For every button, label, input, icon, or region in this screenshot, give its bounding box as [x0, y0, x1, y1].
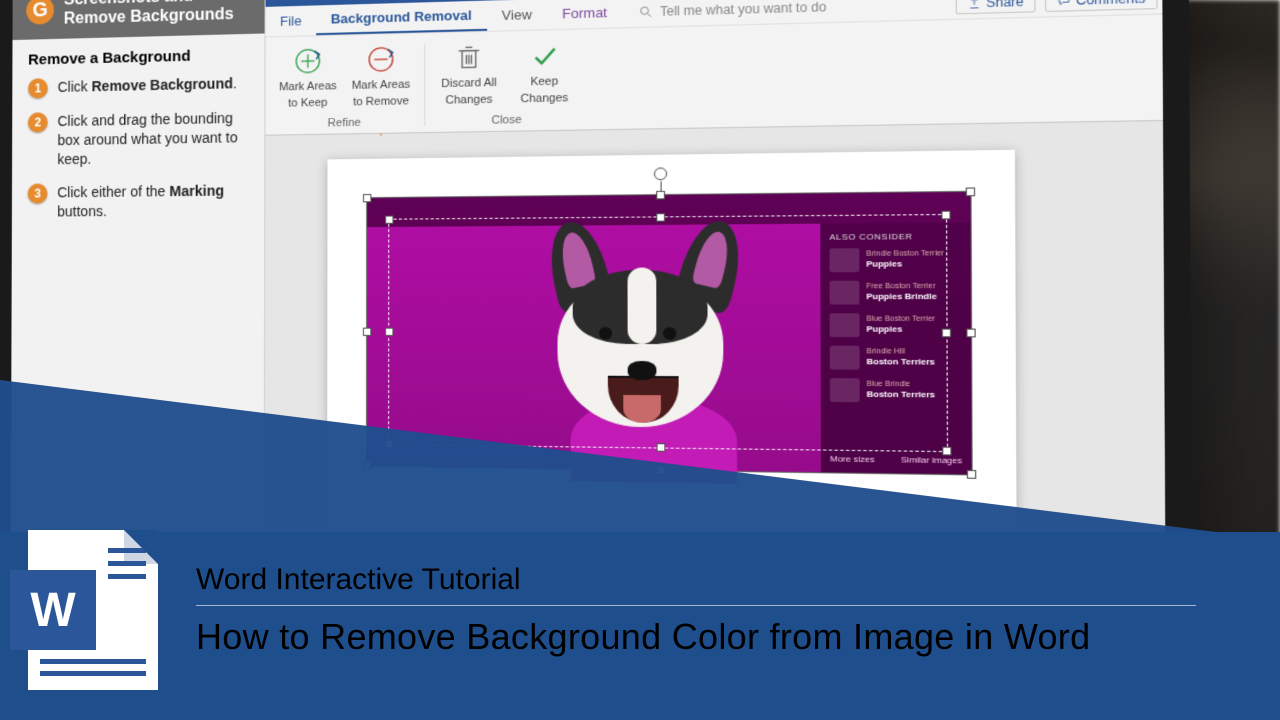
- resize-handle[interactable]: [656, 191, 665, 200]
- word-w-badge: W: [10, 570, 96, 650]
- mark-keep-icon: [291, 44, 324, 78]
- mark-areas-to-remove-button[interactable]: Mark Areas to Remove: [346, 38, 415, 115]
- resize-handle[interactable]: [363, 328, 371, 336]
- tutorial-step: 2 Click and drag the bounding box around…: [28, 109, 248, 170]
- ribbon-group-refine: Mark Areas to Keep Mark Areas to Remove …: [274, 38, 416, 135]
- ribbon-separator: [424, 44, 425, 126]
- crop-handle[interactable]: [941, 211, 950, 220]
- resize-handle[interactable]: [966, 329, 975, 338]
- keep-changes-button[interactable]: Keep Changes: [509, 34, 581, 112]
- step-text-pre: Click and drag the bounding box around w…: [57, 110, 237, 167]
- btn-label-l2: to Keep: [288, 96, 327, 110]
- step-text: Click either of the Marking buttons.: [57, 181, 248, 221]
- tutorial-body: Remove a Background 1 Click Remove Backg…: [12, 34, 265, 248]
- trash-icon: [452, 40, 486, 74]
- ribbon-group-label: Refine: [328, 115, 361, 134]
- crop-handle[interactable]: [385, 216, 393, 224]
- resize-handle[interactable]: [363, 194, 371, 202]
- tutorial-step: 3 Click either of the Marking buttons.: [28, 181, 248, 222]
- step-text-bold: Remove Background: [92, 75, 233, 94]
- step-text-post: .: [233, 75, 237, 91]
- tutorial-logo: G: [26, 0, 54, 25]
- btn-label-l1: Mark Areas: [279, 80, 337, 94]
- tab-file[interactable]: File: [266, 5, 317, 36]
- resize-handle[interactable]: [966, 187, 975, 196]
- discard-all-changes-button[interactable]: Discard All Changes: [434, 36, 505, 114]
- btn-label-l1: Mark Areas: [352, 78, 411, 92]
- btn-label-l2: Changes: [445, 93, 492, 107]
- search-icon: [638, 4, 653, 19]
- check-icon: [527, 38, 562, 72]
- btn-label-l2: Changes: [520, 91, 568, 105]
- btn-label-l2: to Remove: [353, 95, 409, 109]
- tutorial-title-line2: Remove Backgrounds: [64, 5, 234, 29]
- rotate-handle[interactable]: [654, 167, 667, 180]
- tutorial-step: 1 Click Remove Background.: [28, 74, 248, 99]
- step-text: Click Remove Background.: [58, 74, 237, 98]
- comments-button[interactable]: Comments: [1045, 0, 1158, 12]
- step-text: Click and drag the bounding box around w…: [57, 109, 248, 169]
- banner-divider: [196, 605, 1196, 606]
- step-text-bold: Marking: [169, 182, 224, 199]
- step-text-post: buttons.: [57, 203, 107, 220]
- banner-subtitle: How to Remove Background Color from Imag…: [196, 616, 1196, 658]
- tutorial-title: Screenshots and Remove Backgrounds: [64, 0, 234, 29]
- comment-icon: [1057, 0, 1071, 7]
- mark-areas-to-keep-button[interactable]: Mark Areas to Keep: [274, 40, 343, 116]
- comments-label: Comments: [1076, 0, 1146, 7]
- crop-handle[interactable]: [385, 328, 393, 336]
- share-icon: [967, 0, 981, 9]
- step-number-badge: 1: [28, 79, 48, 99]
- banner: W Word Interactive Tutorial How to Remov…: [0, 500, 1280, 720]
- step-text-pre: Click: [58, 79, 92, 96]
- share-label: Share: [986, 0, 1024, 10]
- tell-me-placeholder: Tell me what you want to do: [660, 0, 826, 18]
- ribbon-group-close: Discard All Changes Keep Changes Close: [434, 34, 580, 132]
- step-number-badge: 3: [28, 183, 48, 203]
- mark-remove-icon: [364, 42, 398, 76]
- btn-label-l1: Discard All: [441, 77, 497, 91]
- ribbon-group-label: Close: [491, 112, 521, 131]
- crop-handle[interactable]: [942, 329, 951, 338]
- share-button[interactable]: Share: [956, 0, 1036, 14]
- step-text-pre: Click either of the: [57, 183, 169, 200]
- tab-background-removal[interactable]: Background Removal: [316, 1, 487, 36]
- banner-text: Word Interactive Tutorial How to Remove …: [196, 563, 1196, 658]
- btn-label-l1: Keep: [530, 75, 558, 89]
- word-document-icon: W: [28, 530, 158, 690]
- step-number-badge: 2: [28, 113, 48, 133]
- tutorial-section-heading: Remove a Background: [28, 47, 248, 69]
- tab-format[interactable]: Format: [547, 0, 623, 29]
- banner-title: Word Interactive Tutorial: [196, 563, 1196, 597]
- crop-handle[interactable]: [656, 213, 665, 222]
- tab-view[interactable]: View: [487, 0, 547, 31]
